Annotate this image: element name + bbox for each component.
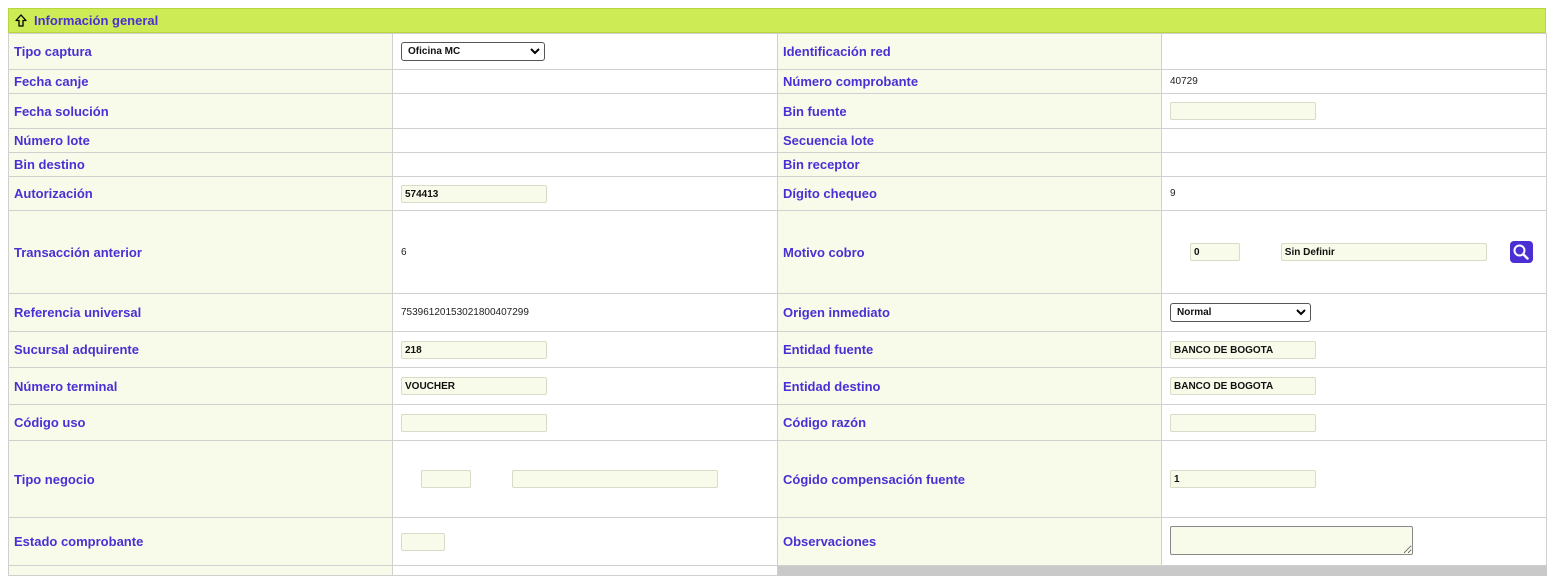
tipo-captura-select[interactable]: Oficina MC	[401, 42, 545, 61]
empty-value-cell	[392, 565, 778, 576]
table-row: Autorización 574413 Dígito chequeo 9	[8, 176, 1547, 211]
numero-comprobante-label: Número comprobante	[777, 69, 1162, 94]
motivo-cobro-description-input[interactable]: Sin Definir	[1280, 243, 1487, 261]
bin-fuente-label: Bin fuente	[777, 93, 1162, 129]
search-button[interactable]	[1509, 241, 1533, 263]
entidad-destino-label: Entidad destino	[777, 367, 1162, 405]
table-row: Referencia universal 7539612015302180040…	[8, 293, 1547, 332]
table-row: Código uso Código razón	[8, 404, 1547, 441]
codigo-compensacion-fuente-cell: 1	[1161, 440, 1547, 518]
table-row: Tipo negocio Cógido compensación fuente …	[8, 440, 1547, 518]
fecha-canje-label: Fecha canje	[8, 69, 393, 94]
identificacion-red-label: Identificación red	[777, 33, 1162, 70]
codigo-uso-input[interactable]	[401, 413, 547, 432]
arrow-up-outline-icon[interactable]	[15, 14, 29, 28]
codigo-uso-cell	[392, 404, 778, 441]
entidad-destino-input[interactable]: BANCO DE BOGOTA	[1170, 377, 1316, 395]
search-icon	[1513, 244, 1529, 260]
general-info-table: Tipo captura Oficina MC Identificación r…	[8, 33, 1547, 576]
numero-terminal-input[interactable]: VOUCHER	[401, 377, 547, 395]
origen-inmediato-cell: Normal	[1161, 293, 1547, 332]
sucursal-adquirente-input[interactable]: 218	[401, 340, 547, 359]
motivo-cobro-label: Motivo cobro	[777, 210, 1162, 294]
codigo-compensacion-fuente-label: Cógido compensación fuente	[777, 440, 1162, 518]
tipo-captura-value: Oficina MC	[408, 46, 461, 57]
codigo-uso-label: Código uso	[8, 404, 393, 441]
bin-destino-value	[392, 152, 778, 177]
codigo-razon-label: Código razón	[777, 404, 1162, 441]
observaciones-textarea[interactable]	[1170, 525, 1413, 555]
origen-inmediato-value: Normal	[1177, 307, 1212, 318]
secuencia-lote-value	[1161, 128, 1547, 153]
entidad-destino-cell: BANCO DE BOGOTA	[1161, 367, 1547, 405]
transaccion-anterior-value: 6	[392, 210, 778, 294]
scroll-divider	[777, 565, 1547, 576]
referencia-universal-label: Referencia universal	[8, 293, 393, 332]
identificacion-red-value	[1161, 33, 1547, 70]
bin-destino-label: Bin destino	[8, 152, 393, 177]
numero-terminal-cell: VOUCHER	[392, 367, 778, 405]
chevron-down-icon	[1296, 309, 1306, 316]
fecha-canje-value	[392, 69, 778, 94]
entidad-fuente-input[interactable]: BANCO DE BOGOTA	[1170, 340, 1316, 359]
autorizacion-input[interactable]: 574413	[401, 184, 547, 203]
secuencia-lote-label: Secuencia lote	[777, 128, 1162, 153]
sucursal-adquirente-cell: 218	[392, 331, 778, 368]
codigo-razon-cell	[1161, 404, 1547, 441]
observaciones-cell	[1161, 517, 1547, 566]
informacion-general-panel: Información general Tipo captura Oficina…	[8, 8, 1547, 576]
table-row	[8, 565, 1547, 576]
bin-fuente-input[interactable]	[1170, 102, 1316, 120]
autorizacion-cell: 574413	[392, 176, 778, 211]
bin-receptor-label: Bin receptor	[777, 152, 1162, 177]
numero-comprobante-value: 40729	[1161, 69, 1547, 94]
transaccion-anterior-label: Transacción anterior	[8, 210, 393, 294]
tipo-negocio-label: Tipo negocio	[8, 440, 393, 518]
numero-lote-label: Número lote	[8, 128, 393, 153]
section-title: Información general	[34, 13, 159, 28]
tipo-negocio-code-input[interactable]	[421, 470, 471, 488]
observaciones-label: Observaciones	[777, 517, 1162, 566]
table-row: Tipo captura Oficina MC Identificación r…	[8, 33, 1547, 70]
table-row: Bin destino Bin receptor	[8, 152, 1547, 177]
tipo-negocio-description-input[interactable]	[511, 470, 718, 488]
tipo-captura-cell: Oficina MC	[392, 33, 778, 70]
origen-inmediato-select[interactable]: Normal	[1170, 303, 1311, 322]
table-row: Número lote Secuencia lote	[8, 128, 1547, 153]
motivo-cobro-cell: 0 Sin Definir	[1161, 210, 1547, 294]
tipo-negocio-cell	[392, 440, 778, 518]
digito-chequeo-label: Dígito chequeo	[777, 176, 1162, 211]
origen-inmediato-label: Origen inmediato	[777, 293, 1162, 332]
sucursal-adquirente-label: Sucursal adquirente	[8, 331, 393, 368]
autorizacion-label: Autorización	[8, 176, 393, 211]
entidad-fuente-label: Entidad fuente	[777, 331, 1162, 368]
referencia-universal-value: 75396120153021800407299	[392, 293, 778, 332]
estado-comprobante-label: Estado comprobante	[8, 517, 393, 566]
empty-label-cell	[8, 565, 393, 576]
motivo-cobro-code-input[interactable]: 0	[1190, 243, 1240, 261]
table-row: Sucursal adquirente 218 Entidad fuente B…	[8, 331, 1547, 368]
table-row: Estado comprobante Observaciones	[8, 517, 1547, 566]
bin-fuente-cell	[1161, 93, 1547, 129]
estado-comprobante-input[interactable]	[401, 532, 445, 551]
digito-chequeo-value: 9	[1161, 176, 1547, 211]
estado-comprobante-cell	[392, 517, 778, 566]
table-row: Fecha solución Bin fuente	[8, 93, 1547, 129]
codigo-razon-input[interactable]	[1170, 413, 1316, 432]
table-row: Transacción anterior 6 Motivo cobro 0 Si…	[8, 210, 1547, 294]
bin-receptor-value	[1161, 152, 1547, 177]
numero-lote-value	[392, 128, 778, 153]
section-header[interactable]: Información general	[8, 8, 1546, 33]
tipo-captura-label: Tipo captura	[8, 33, 393, 70]
entidad-fuente-cell: BANCO DE BOGOTA	[1161, 331, 1547, 368]
table-row: Número terminal VOUCHER Entidad destino …	[8, 367, 1547, 405]
numero-terminal-label: Número terminal	[8, 367, 393, 405]
fecha-solucion-label: Fecha solución	[8, 93, 393, 129]
codigo-compensacion-fuente-input[interactable]: 1	[1170, 470, 1316, 488]
fecha-solucion-value	[392, 93, 778, 129]
chevron-down-icon	[530, 48, 540, 55]
table-row: Fecha canje Número comprobante 40729	[8, 69, 1547, 94]
